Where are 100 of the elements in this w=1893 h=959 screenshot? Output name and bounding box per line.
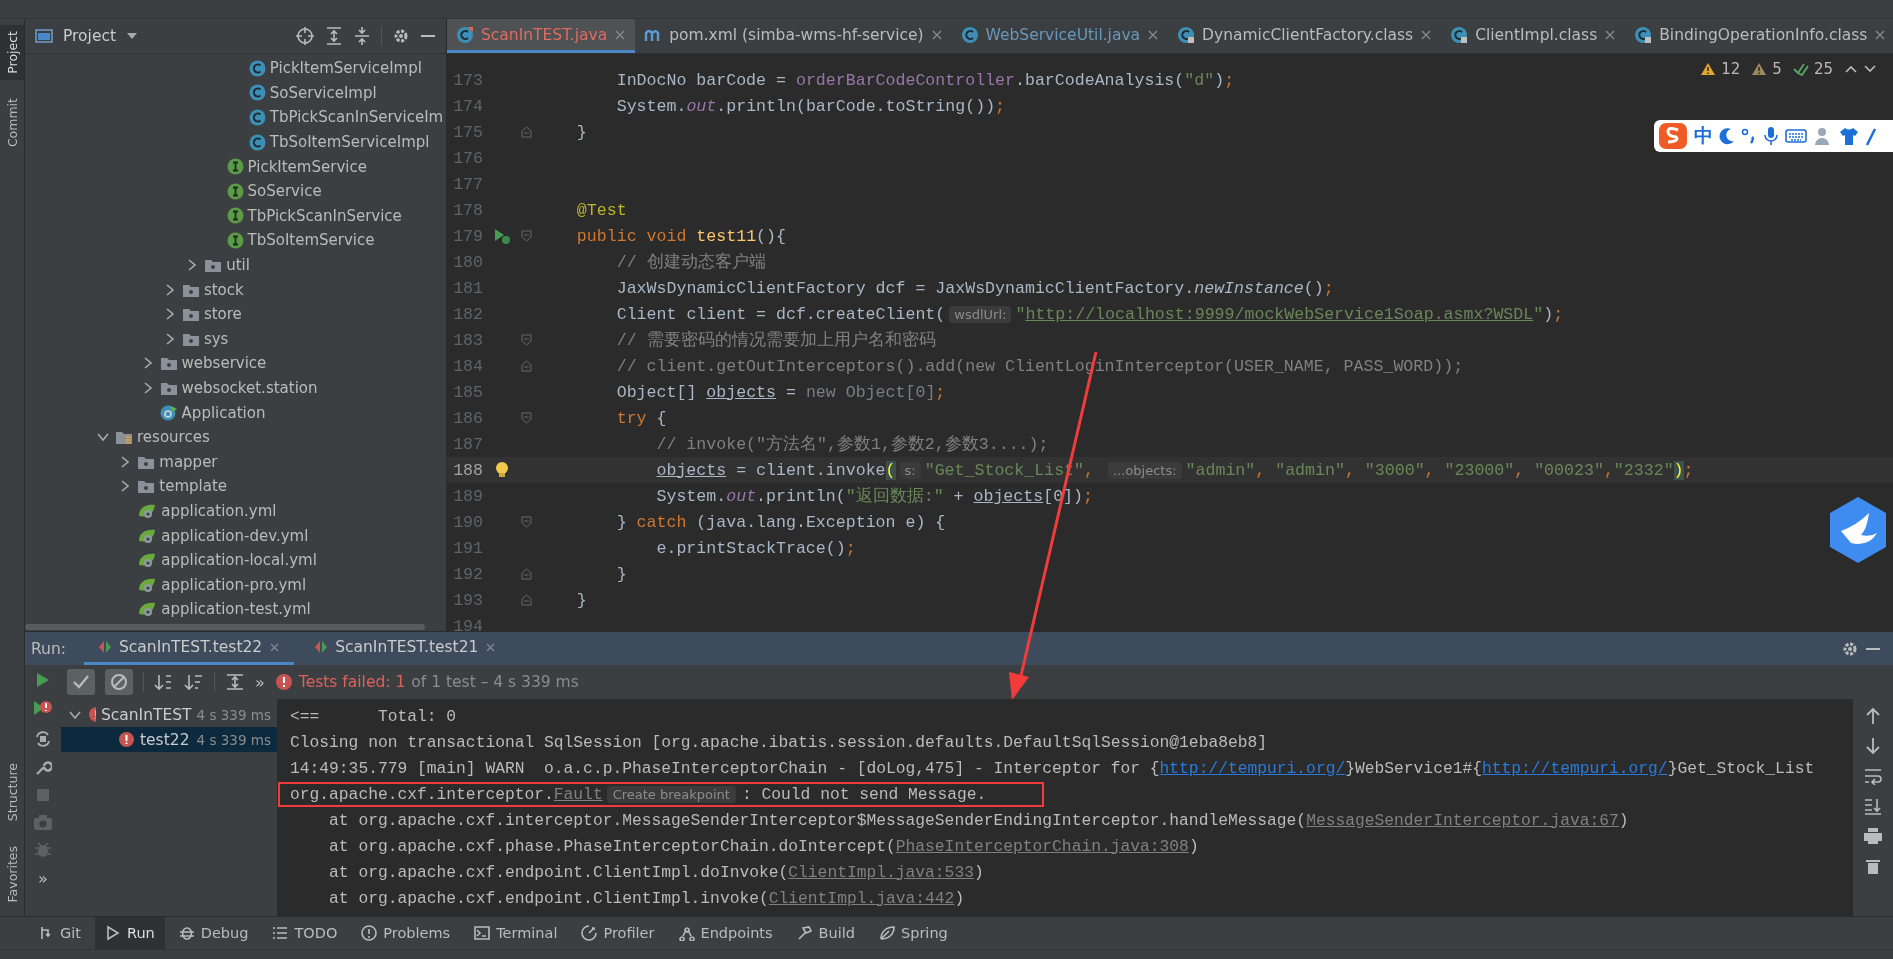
tool-window-button[interactable]: Problems <box>351 917 461 949</box>
editor-tab[interactable]: WebServiceUtil.java <box>951 19 1169 53</box>
tool-window-button[interactable]: Debug <box>168 917 259 949</box>
test-tree-item[interactable]: test22 4 s 339 ms <box>61 727 277 752</box>
tree-item[interactable]: application.yml <box>161 502 277 520</box>
scrollbar-thumb[interactable] <box>25 624 425 630</box>
tree-item[interactable]: util <box>226 256 250 275</box>
tree-item[interactable]: websocket.station <box>181 379 318 397</box>
editor-tab[interactable]: BindingOperationInfo.class <box>1625 19 1893 53</box>
tree-item[interactable]: PickItemServiceImpl <box>269 59 422 78</box>
tree-item[interactable]: stock <box>203 280 244 299</box>
tree-item[interactable]: store <box>203 305 242 324</box>
print-icon[interactable] <box>1863 827 1883 845</box>
editor-tab[interactable]: ClientImpl.class <box>1441 19 1626 53</box>
fold-marker-icon[interactable] <box>520 568 532 580</box>
tree-item[interactable]: template <box>159 477 227 496</box>
tool-window-button[interactable]: Terminal <box>464 917 568 949</box>
scroll-to-end-icon[interactable] <box>1864 797 1882 815</box>
tree-item[interactable]: SoServiceImpl <box>269 83 377 102</box>
close-icon[interactable] <box>485 641 497 653</box>
expand-all-icon[interactable] <box>325 26 343 46</box>
tool-window-button[interactable]: Profiler <box>571 917 665 949</box>
fold-marker-icon[interactable] <box>520 126 532 138</box>
soft-wrap-icon[interactable] <box>1864 767 1882 785</box>
arrow-down-icon[interactable] <box>1865 737 1881 755</box>
wrench-icon[interactable] <box>34 759 52 777</box>
tree-item[interactable]: resources <box>137 428 210 447</box>
tool-window-button[interactable]: Git <box>28 917 91 949</box>
run-tab[interactable]: ScanInTEST.test21 <box>300 632 511 665</box>
close-icon[interactable] <box>1604 28 1617 41</box>
tree-item[interactable]: sys <box>203 329 229 348</box>
tree-item[interactable]: TbSoItemServiceImpl <box>269 133 430 152</box>
more-button[interactable]: » <box>255 672 265 692</box>
close-icon[interactable] <box>269 641 281 653</box>
panel-title[interactable]: Project <box>63 27 117 45</box>
tool-window-tab[interactable]: Favorites <box>0 839 24 908</box>
fold-marker-icon[interactable] <box>520 412 532 424</box>
weak-warning-count[interactable]: 5 <box>1772 60 1782 78</box>
tree-item[interactable]: Application <box>181 403 266 422</box>
moon-icon[interactable] <box>1719 127 1735 145</box>
close-icon[interactable] <box>1147 28 1160 41</box>
fold-marker-icon[interactable] <box>520 516 532 528</box>
typo-count[interactable]: 25 <box>1813 60 1833 78</box>
input-mode[interactable]: 中 <box>1694 123 1713 149</box>
tool-window-tab[interactable]: Structure <box>0 757 24 828</box>
tree-item[interactable]: mapper <box>159 452 218 471</box>
tool-window-button[interactable]: Run <box>94 917 165 949</box>
tree-item[interactable]: TbPickScanInService <box>247 206 402 225</box>
tool-window-tab[interactable]: Commit <box>0 91 24 153</box>
tool-window-button[interactable]: Spring <box>869 917 958 949</box>
tree-item[interactable]: TbSoItemService <box>247 231 375 250</box>
tool-window-button[interactable]: Endpoints <box>668 917 783 949</box>
tree-item[interactable]: application-pro.yml <box>161 575 307 594</box>
editor-tab[interactable]: DynamicClientFactory.class <box>1168 19 1442 53</box>
tree-item[interactable]: SoService <box>247 182 322 201</box>
test-tree-item[interactable]: ScanInTEST 4 s 339 ms <box>61 702 277 727</box>
caret-icon[interactable] <box>126 32 139 40</box>
fold-marker-icon[interactable] <box>520 334 532 346</box>
close-icon[interactable] <box>930 28 943 41</box>
arrow-up-icon[interactable] <box>1865 707 1881 725</box>
fold-marker-icon[interactable] <box>520 594 532 606</box>
tree-item[interactable]: application-local.yml <box>161 551 317 570</box>
sort-duration-icon[interactable] <box>184 673 204 691</box>
chevron-up-icon[interactable] <box>1844 64 1858 74</box>
tool-window-button[interactable]: TODO <box>262 917 348 949</box>
fold-marker-icon[interactable] <box>520 230 532 242</box>
run-test-icon[interactable] <box>493 227 511 245</box>
run-icon[interactable] <box>35 671 51 689</box>
collapse-all-icon[interactable] <box>353 26 371 46</box>
expand-all-icon[interactable] <box>225 673 245 691</box>
run-tab[interactable]: ScanInTEST.test22 <box>83 632 295 665</box>
tool-icon[interactable] <box>1865 126 1877 146</box>
shirt-icon[interactable] <box>1839 126 1859 146</box>
toggle-auto-test-icon[interactable] <box>33 729 53 749</box>
warning-count[interactable]: 12 <box>1721 60 1741 78</box>
punctuation-icon[interactable] <box>1741 127 1757 145</box>
close-icon[interactable] <box>1420 28 1433 41</box>
close-icon[interactable] <box>1874 28 1887 41</box>
tree-item[interactable]: application-test.yml <box>161 600 311 619</box>
tree-item[interactable]: PickItemService <box>247 157 367 176</box>
fold-marker-icon[interactable] <box>520 360 532 372</box>
editor-tab[interactable]: pom.xml (simba-wms-hf-service) <box>635 19 952 53</box>
trash-icon[interactable] <box>1865 857 1881 875</box>
input-method-logo-icon[interactable] <box>1658 122 1688 150</box>
keyboard-icon[interactable] <box>1785 128 1807 144</box>
sort-alpha-icon[interactable] <box>154 673 174 691</box>
tool-window-tab[interactable]: Project <box>0 25 24 80</box>
microphone-icon[interactable] <box>1763 126 1779 146</box>
crosshair-icon[interactable] <box>295 26 315 46</box>
tree-item[interactable]: application-dev.yml <box>161 526 309 545</box>
more-button[interactable]: » <box>38 869 48 888</box>
chevron-down-icon[interactable] <box>1863 64 1877 74</box>
tree-item[interactable]: TbPickScanInServiceIm <box>269 108 444 127</box>
settings-icon[interactable] <box>392 27 410 45</box>
bird-app-icon[interactable] <box>1827 495 1889 565</box>
show-ignored-toggle[interactable] <box>105 669 133 695</box>
tree-item[interactable]: webservice <box>181 354 267 373</box>
tool-window-button[interactable]: Build <box>786 917 865 949</box>
lightbulb-icon[interactable] <box>495 461 509 479</box>
show-passed-toggle[interactable] <box>67 669 95 695</box>
